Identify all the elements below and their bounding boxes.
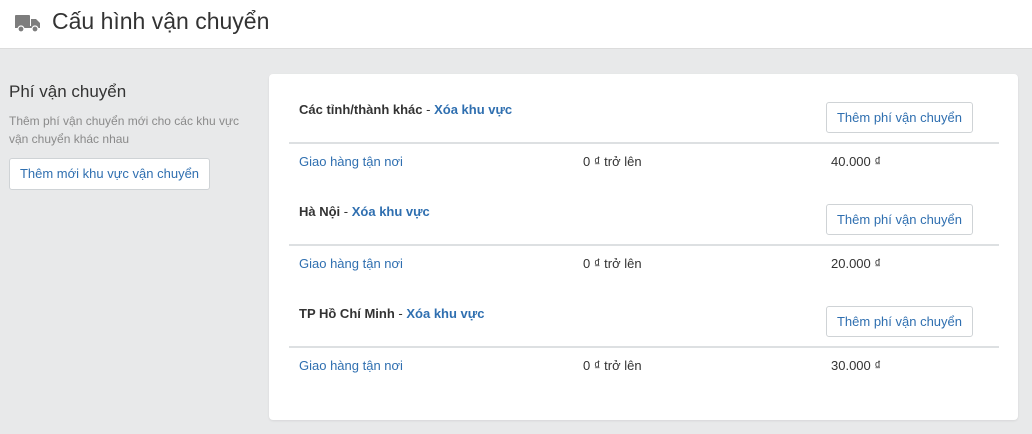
zone-title: TP Hồ Chí Minh - Xóa khu vực <box>299 306 484 321</box>
zone-header: TP Hồ Chí Minh - Xóa khu vực Thêm phí vậ… <box>289 278 999 348</box>
rate-price: 30.000 ₫ <box>831 358 882 373</box>
rate-condition: 0 ₫ trở lên <box>583 256 642 271</box>
rate-condition: 0 ₫ trở lên <box>583 358 642 373</box>
zone-separator: - <box>422 102 435 117</box>
rate-row: Giao hàng tận nơi 0 ₫ trở lên 40.000 ₫ <box>289 144 999 178</box>
truck-icon <box>15 15 40 33</box>
rate-name-link[interactable]: Giao hàng tận nơi <box>299 256 403 271</box>
shipping-zones-card: Các tỉnh/thành khác - Xóa khu vực Thêm p… <box>269 74 1018 420</box>
add-shipping-fee-button[interactable]: Thêm phí vận chuyển <box>826 102 973 133</box>
sidebar: Phí vận chuyển Thêm phí vận chuyển mới c… <box>9 82 249 190</box>
shipping-zone: Các tỉnh/thành khác - Xóa khu vực Thêm p… <box>289 74 999 178</box>
remove-zone-link[interactable]: Xóa khu vực <box>434 102 512 117</box>
rate-price: 20.000 ₫ <box>831 256 882 271</box>
zone-separator: - <box>394 306 407 321</box>
rate-price: 40.000 ₫ <box>831 154 882 169</box>
shipping-zone: TP Hồ Chí Minh - Xóa khu vực Thêm phí vậ… <box>289 278 999 382</box>
zone-title: Hà Nội - Xóa khu vực <box>299 204 430 219</box>
rate-name-link[interactable]: Giao hàng tận nơi <box>299 154 403 169</box>
page-title: Cấu hình vận chuyển <box>52 8 270 34</box>
rate-name-link[interactable]: Giao hàng tận nơi <box>299 358 403 373</box>
rate-condition: 0 ₫ trở lên <box>583 154 642 169</box>
rate-row: Giao hàng tận nơi 0 ₫ trở lên 20.000 ₫ <box>289 246 999 280</box>
rate-row: Giao hàng tận nơi 0 ₫ trở lên 30.000 ₫ <box>289 348 999 382</box>
top-bar: Cấu hình vận chuyển <box>0 0 1032 49</box>
zone-header: Các tỉnh/thành khác - Xóa khu vực Thêm p… <box>289 74 999 144</box>
add-shipping-fee-button[interactable]: Thêm phí vận chuyển <box>826 204 973 235</box>
sidebar-description: Thêm phí vận chuyển mới cho các khu vực … <box>9 114 240 146</box>
remove-zone-link[interactable]: Xóa khu vực <box>352 204 430 219</box>
sidebar-title: Phí vận chuyển <box>9 82 127 101</box>
zone-separator: - <box>340 204 352 219</box>
zone-title: Các tỉnh/thành khác - Xóa khu vực <box>299 102 512 117</box>
remove-zone-link[interactable]: Xóa khu vực <box>406 306 484 321</box>
zone-header: Hà Nội - Xóa khu vực Thêm phí vận chuyển <box>289 176 999 246</box>
add-zone-button[interactable]: Thêm mới khu vực vận chuyển <box>9 158 210 190</box>
zone-name: Hà Nội <box>299 204 341 219</box>
zone-name: TP Hồ Chí Minh <box>299 306 395 321</box>
shipping-zone: Hà Nội - Xóa khu vực Thêm phí vận chuyển… <box>289 176 999 280</box>
zone-name: Các tỉnh/thành khác <box>299 102 423 117</box>
add-shipping-fee-button[interactable]: Thêm phí vận chuyển <box>826 306 973 337</box>
